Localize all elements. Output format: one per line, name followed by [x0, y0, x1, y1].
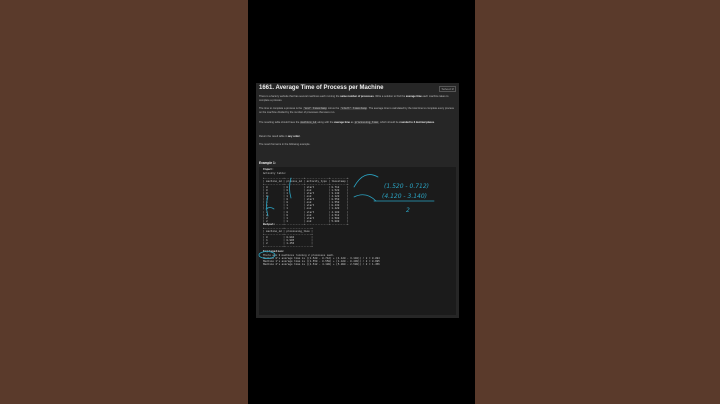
left-background	[0, 0, 248, 404]
annotation-line-1: (1.520 - 0.712)	[384, 183, 430, 190]
problem-panel: 1661. Average Time of Process per Machin…	[256, 83, 459, 318]
arrow-stroke	[353, 174, 379, 188]
bracket-stroke-1	[289, 177, 292, 199]
right-background	[475, 0, 720, 404]
output-circle	[258, 251, 276, 259]
arrow-stroke-2	[353, 194, 377, 202]
annotation-divisor: 2	[406, 207, 410, 214]
annotation-line-2: (4.120 - 3.140)	[382, 193, 428, 200]
bracket-stroke-2	[266, 195, 269, 217]
pen-annotations	[258, 174, 435, 259]
underline-stroke	[265, 207, 275, 210]
